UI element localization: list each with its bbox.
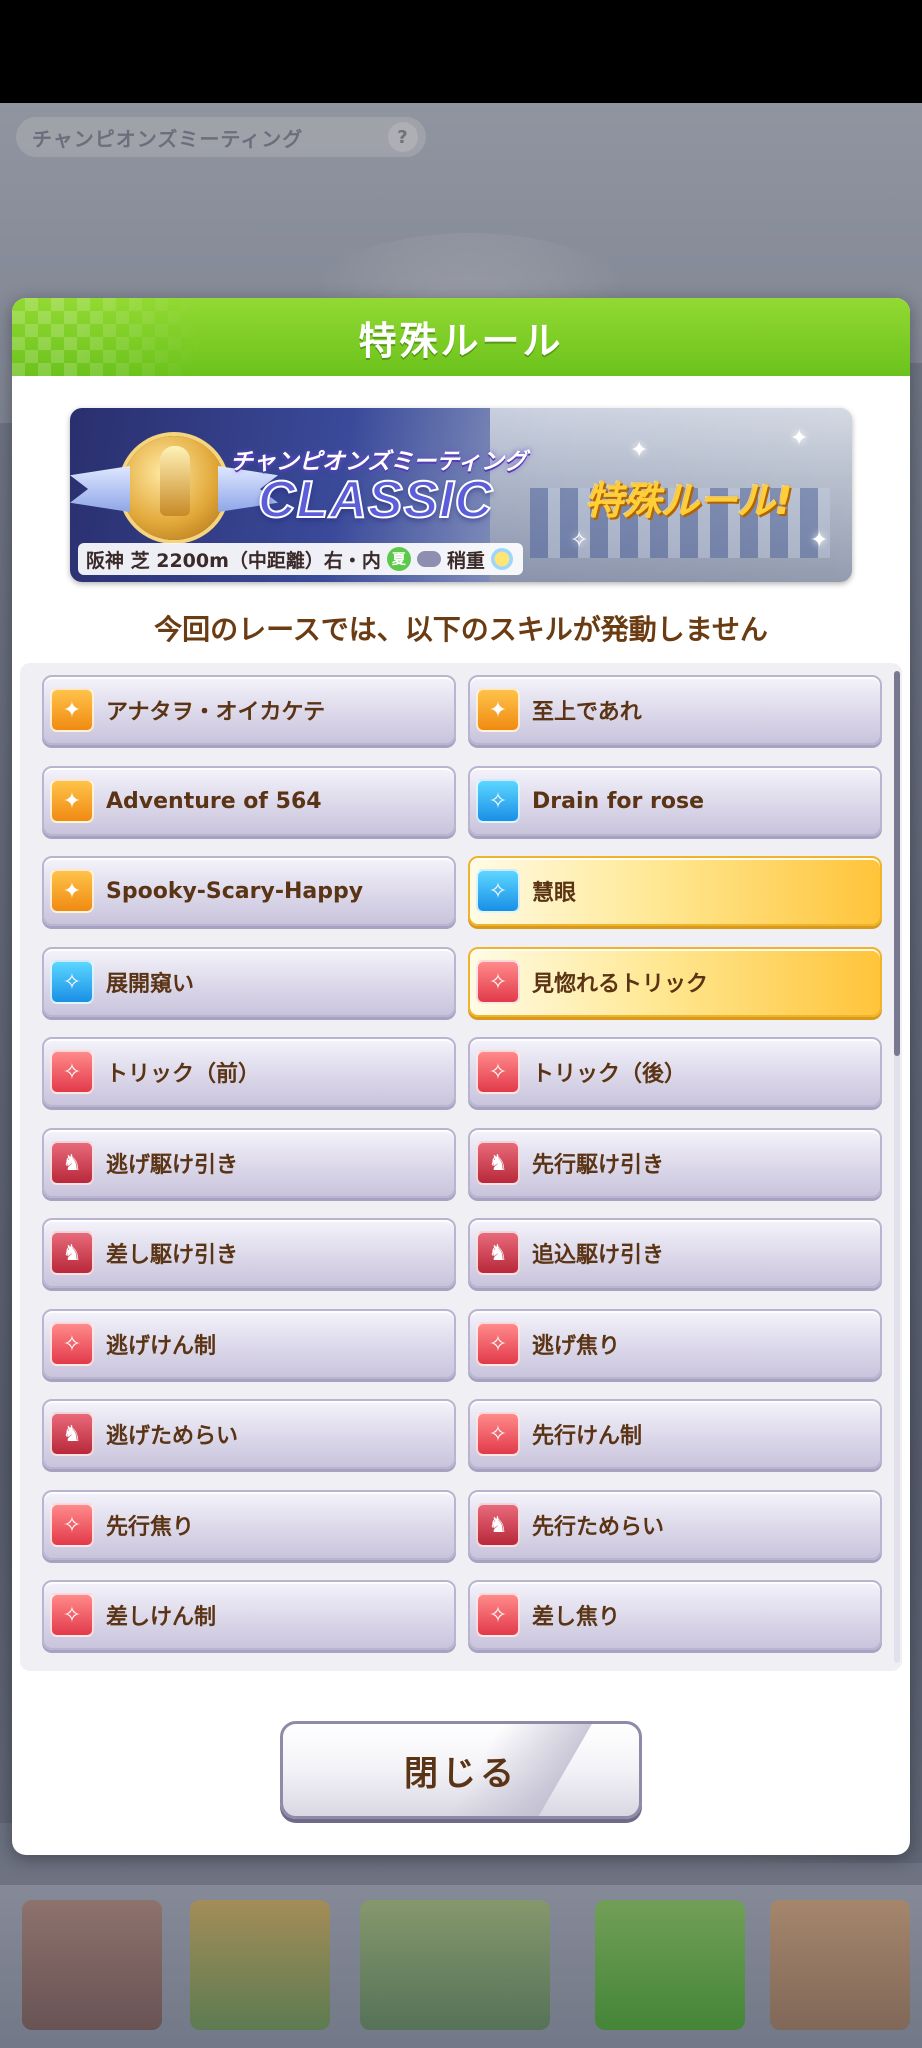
recovery-skill-icon: ✧	[476, 869, 520, 913]
trophy-medal-icon	[70, 436, 278, 540]
skill-name: 差し駆け引き	[106, 1243, 239, 1268]
horse-debuff-icon: ♞	[476, 1503, 520, 1547]
unique-skill-icon: ✦	[476, 688, 520, 732]
skill-item[interactable]: ♞ 差し駆け引き	[42, 1218, 456, 1288]
course-info: 阪神 芝 2200m（中距離）右・内 夏 稍重	[78, 543, 523, 575]
close-button[interactable]: 閉じる	[280, 1721, 642, 1819]
unique-skill-icon: ✦	[50, 688, 94, 732]
skill-name: 先行けん制	[532, 1424, 643, 1449]
skill-item[interactable]: ♞ 逃げためらい	[42, 1399, 456, 1469]
cloud-icon	[416, 551, 441, 567]
skill-name: 先行焦り	[106, 1515, 195, 1540]
skill-name: アナタヲ・オイカケテ	[106, 700, 326, 725]
skill-item[interactable]: ✧ 逃げ焦り	[468, 1309, 882, 1379]
horse-debuff-icon: ♞	[476, 1231, 520, 1275]
sparkle-icon: ✧	[570, 528, 589, 553]
skill-item[interactable]: ✧ Drain for rose	[468, 766, 882, 836]
weather-icon	[490, 548, 513, 570]
skill-item[interactable]: ♞ 逃げ駆け引き	[42, 1128, 456, 1198]
skill-name: 逃げ焦り	[532, 1334, 621, 1359]
sparkle-icon: ✦	[790, 426, 809, 451]
skill-name: トリック（前）	[106, 1062, 261, 1087]
skill-name: 先行駆け引き	[532, 1153, 665, 1178]
skill-item[interactable]: ♞ 先行駆け引き	[468, 1128, 882, 1198]
banner-main-title: CLASSIC	[257, 470, 494, 530]
skill-item[interactable]: ✦ 至上であれ	[468, 675, 882, 745]
debuff-skill-icon: ✧	[50, 1322, 94, 1366]
debuff-skill-icon: ✧	[476, 960, 520, 1004]
sparkle-icon: ✦	[810, 528, 829, 553]
skill-name: 追込駆け引き	[532, 1243, 665, 1268]
event-banner: チャンピオンズミーティング CLASSIC 特殊ルール! ✦ ✦ ✦ ✧ 阪神 …	[70, 408, 852, 582]
skill-name: 展開窺い	[106, 972, 195, 997]
horse-debuff-icon: ♞	[50, 1141, 94, 1185]
horse-debuff-icon: ♞	[476, 1141, 520, 1185]
debuff-skill-icon: ✧	[476, 1050, 520, 1094]
track-condition: 稍重	[446, 549, 485, 572]
skill-name: トリック（後）	[532, 1062, 687, 1087]
debuff-skill-icon: ✧	[50, 1050, 94, 1094]
skill-list[interactable]: ✦ アナタヲ・オイカケテ ✦ 至上であれ ✦ Adventure of 564 ✧ Drain…	[20, 663, 890, 1671]
wing-left	[70, 466, 130, 512]
unique-skill-icon: ✦	[50, 779, 94, 823]
banner-rule-label: 特殊ルール!	[585, 479, 793, 523]
skill-item[interactable]: ✧ 慧眼	[468, 856, 882, 926]
dialog-header: 特殊ルール	[12, 298, 910, 376]
skill-name: 慧眼	[532, 881, 577, 906]
notice-text: 今回のレースでは、以下のスキルが発動しません	[154, 613, 768, 646]
unique-skill-icon: ✦	[50, 869, 94, 913]
horse-debuff-icon: ♞	[50, 1231, 94, 1275]
skill-item[interactable]: ✧ 差しけん制	[42, 1580, 456, 1650]
skill-item[interactable]: ♞ 追込駆け引き	[468, 1218, 882, 1288]
skill-name: 見惚れるトリック	[532, 972, 709, 997]
skill-item[interactable]: ✧ 逃げけん制	[42, 1309, 456, 1379]
skill-item[interactable]: ✧ トリック（後）	[468, 1037, 882, 1107]
skill-item[interactable]: ♞ 先行ためらい	[468, 1490, 882, 1560]
skill-item[interactable]: ✧ 先行けん制	[468, 1399, 882, 1469]
header-pattern	[12, 298, 202, 376]
special-rules-dialog: 特殊ルール チャンピオンズミーティング CLASSIC 特殊ルール! ✦ ✦ ✦…	[12, 298, 910, 1855]
skill-name: 先行ためらい	[532, 1515, 665, 1540]
skill-list-panel: ✦ アナタヲ・オイカケテ ✦ 至上であれ ✦ Adventure of 564 ✧ Drain…	[20, 663, 902, 1671]
recovery-skill-icon: ✧	[476, 779, 520, 823]
close-button-label: 閉じる	[404, 1753, 518, 1794]
debuff-skill-icon: ✧	[50, 1593, 94, 1637]
horse-debuff-icon: ♞	[50, 1412, 94, 1456]
skill-name: Spooky-Scary-Happy	[106, 878, 364, 904]
debuff-skill-icon: ✧	[50, 1503, 94, 1547]
skill-name: 逃げ駆け引き	[106, 1153, 239, 1178]
skill-item[interactable]: ✧ 差し焦り	[468, 1580, 882, 1650]
skill-item[interactable]: ✧ 先行焦り	[42, 1490, 456, 1560]
skill-name: Drain for rose	[532, 788, 704, 814]
skill-name: 差し焦り	[532, 1605, 621, 1630]
debuff-skill-icon: ✧	[476, 1593, 520, 1637]
skill-name: 至上であれ	[532, 700, 642, 725]
scrollbar-thumb[interactable]	[894, 671, 900, 1056]
dialog-title: 特殊ルール	[358, 318, 564, 363]
skill-name: 逃げけん制	[106, 1334, 217, 1359]
season-badge: 夏	[386, 547, 411, 571]
debuff-skill-icon: ✧	[476, 1412, 520, 1456]
medal-figure	[160, 446, 190, 516]
skill-name: 逃げためらい	[106, 1424, 239, 1449]
recovery-skill-icon: ✧	[50, 960, 94, 1004]
skill-item[interactable]: ✧ トリック（前）	[42, 1037, 456, 1107]
skill-item[interactable]: ✧ 展開窺い	[42, 947, 456, 1017]
status-bar	[0, 0, 922, 103]
skill-name: 差しけん制	[106, 1605, 217, 1630]
skill-item[interactable]: ✦ Adventure of 564	[42, 766, 456, 836]
debuff-skill-icon: ✧	[476, 1322, 520, 1366]
sparkle-icon: ✦	[630, 438, 649, 463]
skill-item[interactable]: ✦ Spooky-Scary-Happy	[42, 856, 456, 926]
skill-item[interactable]: ✧ 見惚れるトリック	[468, 947, 882, 1017]
skill-name: Adventure of 564	[106, 788, 322, 814]
course-info-text: 阪神 芝 2200m（中距離）右・内	[86, 549, 381, 572]
skill-item[interactable]: ✦ アナタヲ・オイカケテ	[42, 675, 456, 745]
